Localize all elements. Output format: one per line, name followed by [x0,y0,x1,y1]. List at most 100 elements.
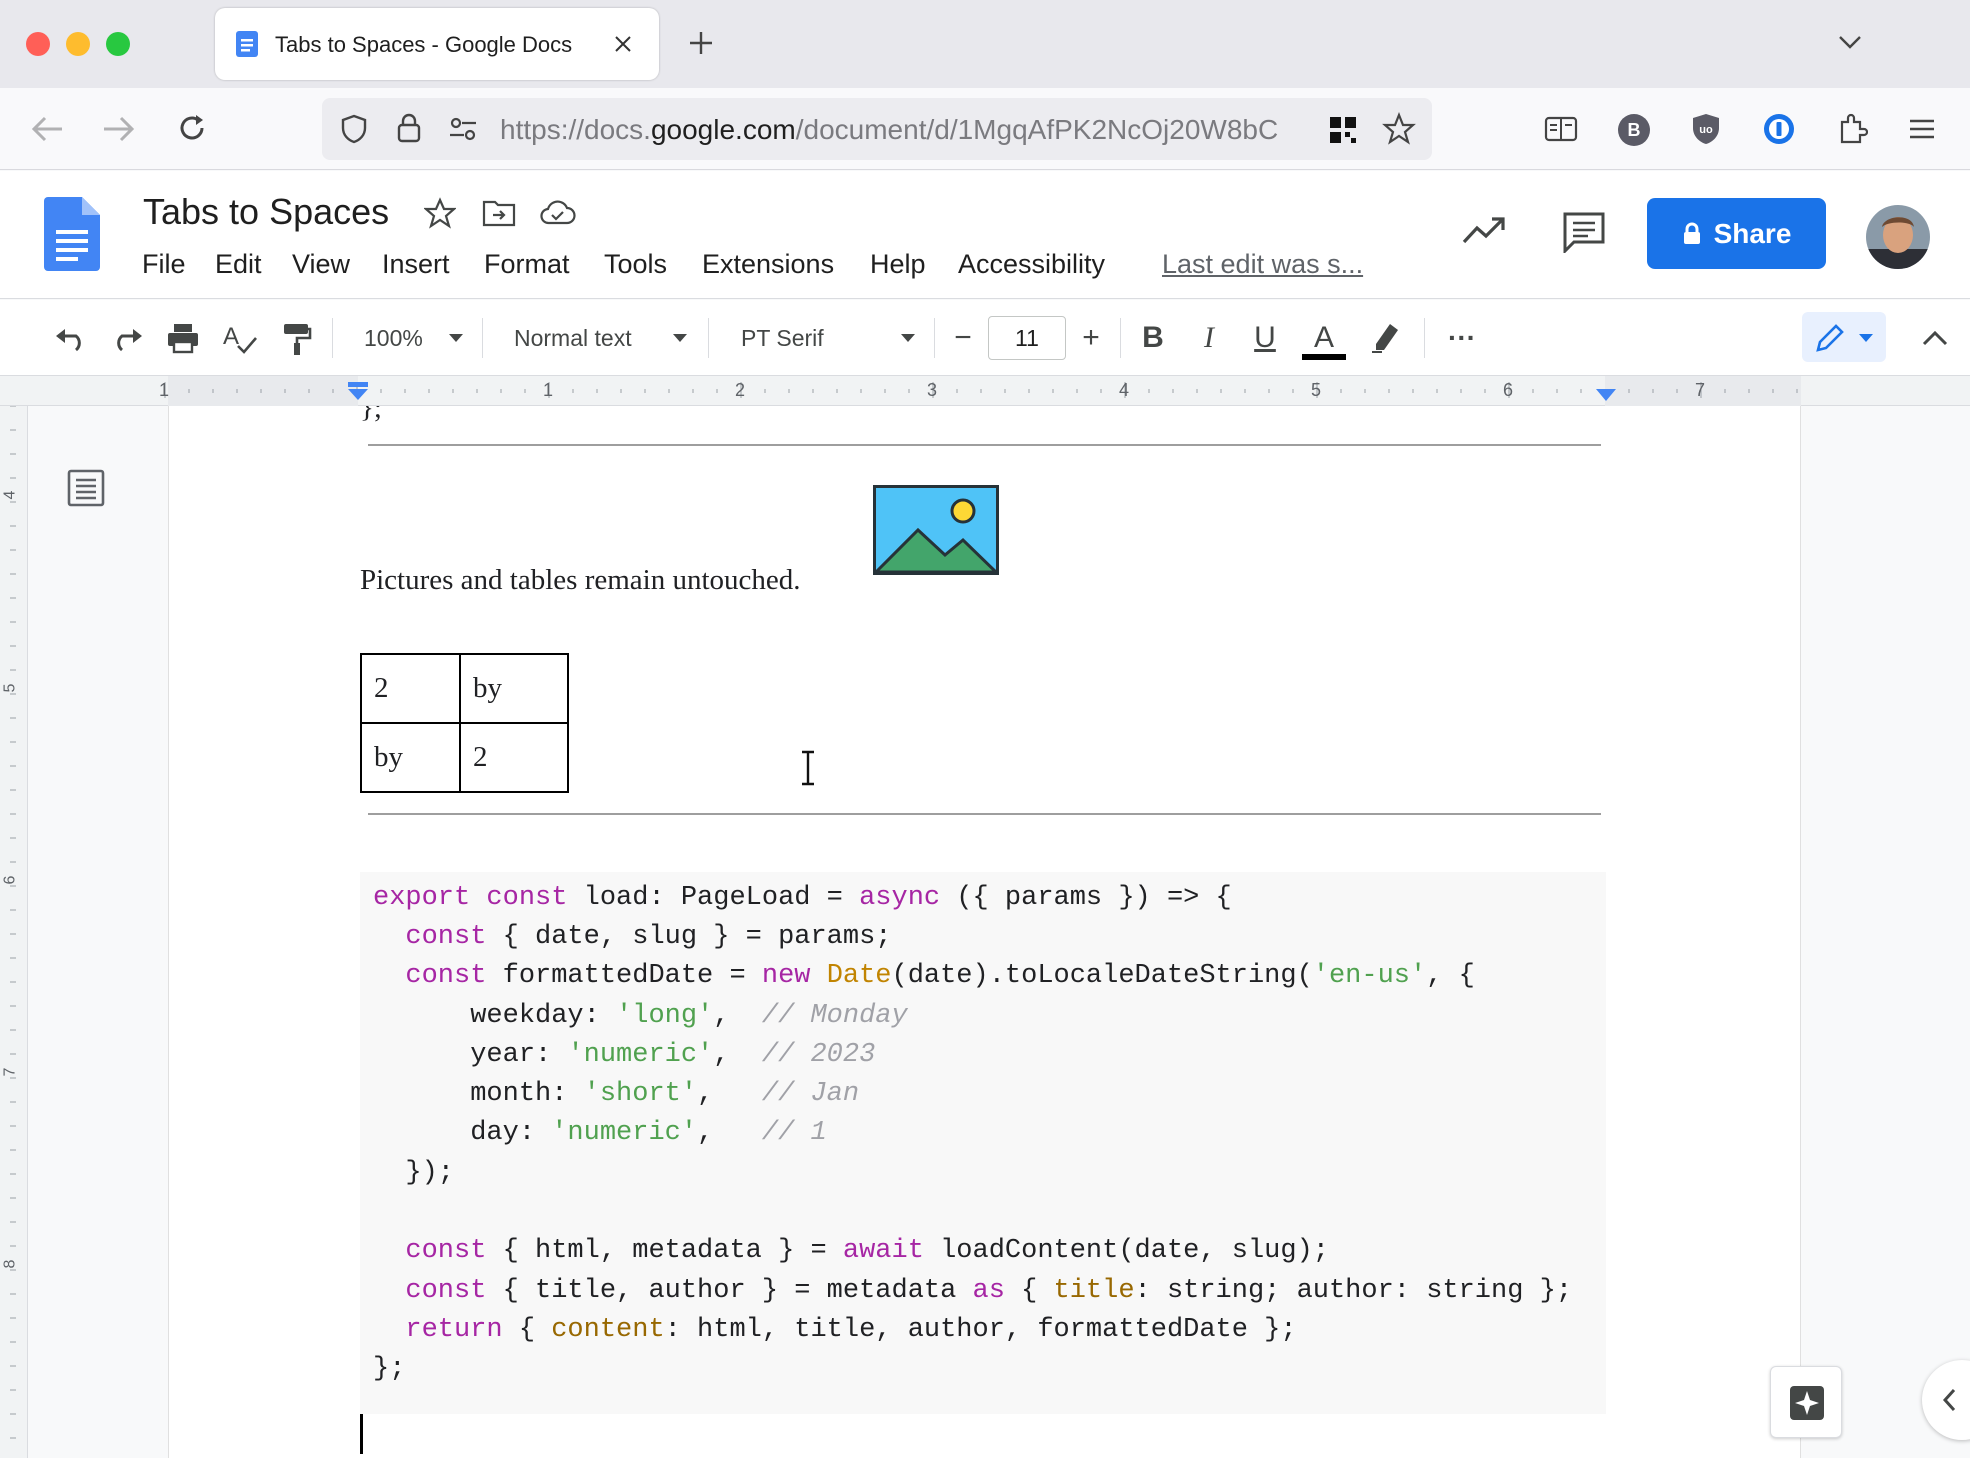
undo-icon[interactable] [54,326,88,352]
menu-file[interactable]: File [142,249,186,280]
ruler-number: 1 [159,380,170,400]
url-bar[interactable]: https://docs.google.com/document/d/1MgqA… [322,98,1432,160]
horizontal-rule [368,813,1601,815]
site-permissions-icon[interactable] [448,116,478,142]
menu-insert[interactable]: Insert [382,249,450,280]
code-line: const { html, metadata } = await loadCon… [405,1236,1329,1266]
code-line: const formattedDate = new Date(date).toL… [405,961,1475,991]
table-cell[interactable]: by [459,653,569,724]
spellcheck-icon[interactable]: A [222,322,258,356]
extension-b-icon[interactable]: B [1618,114,1650,146]
menu-edit[interactable]: Edit [215,249,262,280]
right-indent-marker-icon[interactable] [1594,388,1618,402]
ublock-shield-icon[interactable]: uo [1690,112,1722,146]
zoom-dropdown-icon[interactable] [448,333,464,343]
pencil-icon [1816,324,1844,352]
menu-accessibility[interactable]: Accessibility [958,249,1105,280]
text-color-letter: A [1313,321,1334,354]
document-page[interactable]: }; Pictures and tables remain untouched.… [168,406,1801,1458]
google-docs-logo-icon[interactable] [44,197,100,271]
horizontal-ruler[interactable]: 1 1 2 3 4 5 6 7 [0,376,1970,406]
paragraph-style-value: Normal text [514,324,632,351]
table-cell[interactable]: 2 [360,653,461,724]
more-options-button[interactable]: ··· [1442,316,1482,360]
menu-tools[interactable]: Tools [604,249,667,280]
increase-font-size-button[interactable]: + [1068,316,1114,360]
code-line: day: 'numeric', // 1 [373,1118,827,1148]
tab-title: Tabs to Spaces - Google Docs [275,32,573,57]
reader-view-icon[interactable] [1544,116,1578,142]
last-edit-link[interactable]: Last edit was s... [1162,249,1363,280]
code-line: export const load: PageLoad = async ({ p… [373,883,1232,913]
browser-nav-bar: https://docs.google.com/document/d/1MgqA… [0,88,1970,170]
highlight-color-icon[interactable] [1368,320,1402,354]
code-line: }; [373,1354,406,1384]
lock-icon[interactable] [396,112,422,144]
extensions-puzzle-icon[interactable] [1836,112,1868,146]
browser-tab-strip: Tabs to Spaces - Google Docs [0,0,1970,88]
activity-dashboard-icon[interactable] [1462,215,1506,245]
font-family-select[interactable]: PT Serif [741,316,921,360]
underline-button[interactable]: U [1248,316,1282,360]
font-size-input[interactable]: 11 [988,316,1066,360]
style-dropdown-icon[interactable] [672,333,688,343]
move-folder-icon[interactable] [482,199,516,227]
code-line: const { date, slug } = params; [405,922,892,952]
content-table[interactable]: 2 by by 2 [360,653,569,793]
minimize-window-button[interactable] [66,32,90,56]
table-cell[interactable]: 2 [459,722,569,793]
zoom-value: 100% [364,324,423,351]
maximize-window-button[interactable] [106,32,130,56]
toolbar-separator [1120,318,1121,358]
back-arrow-icon[interactable] [30,114,64,144]
share-label: Share [1713,217,1792,249]
code-line: return { content: html, title, author, f… [405,1315,1297,1345]
reload-icon[interactable] [176,112,208,144]
menu-view[interactable]: View [292,249,350,280]
print-icon[interactable] [166,322,200,354]
document-title[interactable]: Tabs to Spaces [143,191,389,233]
tab-list-chevron-icon[interactable] [1838,34,1862,50]
vertical-ruler[interactable]: 4 5 6 7 8 [0,406,28,1458]
new-tab-icon[interactable] [688,30,714,56]
comments-icon[interactable] [1562,211,1606,253]
user-avatar[interactable] [1866,205,1930,269]
italic-button[interactable]: I [1192,316,1226,360]
left-indent-marker-icon[interactable] [346,382,370,402]
code-line: year: 'numeric', // 2023 [373,1040,876,1070]
decrease-font-size-button[interactable]: − [940,316,986,360]
cloud-saved-icon[interactable] [540,199,576,227]
paragraph-style-select[interactable]: Normal text [514,316,694,360]
editing-mode-button[interactable] [1802,312,1886,362]
document-outline-icon[interactable] [66,468,106,508]
menu-format[interactable]: Format [484,249,570,280]
bold-button[interactable]: B [1136,316,1170,360]
star-document-icon[interactable] [424,197,456,229]
close-window-button[interactable] [26,32,50,56]
close-tab-icon[interactable] [613,34,633,54]
password-manager-icon[interactable] [1762,112,1796,146]
forward-arrow-icon[interactable] [102,114,136,144]
url-text[interactable]: https://docs.google.com/document/d/1MgqA… [500,114,1312,146]
menu-help[interactable]: Help [870,249,926,280]
share-button[interactable]: Share [1647,198,1826,269]
shield-icon[interactable] [340,114,368,144]
bookmark-star-icon[interactable] [1382,112,1416,146]
code-block[interactable]: export const load: PageLoad = async ({ p… [360,872,1606,1414]
redo-icon[interactable] [110,326,144,352]
font-dropdown-icon[interactable] [900,333,916,343]
explore-button[interactable] [1770,1366,1842,1438]
collapse-menus-chevron-icon[interactable] [1922,330,1948,346]
google-docs-favicon-icon [236,31,258,57]
qr-code-icon[interactable] [1328,115,1358,145]
hamburger-menu-icon[interactable] [1908,118,1936,140]
landscape-image-icon[interactable] [873,485,999,575]
share-lock-icon [1683,222,1700,244]
side-panel-toggle[interactable] [1922,1360,1970,1440]
menu-extensions[interactable]: Extensions [702,249,834,280]
paint-format-icon[interactable] [282,322,312,356]
svg-text:uo: uo [1699,124,1713,136]
table-cell[interactable]: by [360,722,461,793]
browser-tab[interactable]: Tabs to Spaces - Google Docs [215,8,659,80]
vertical-ruler-number: 5 [1,683,19,693]
